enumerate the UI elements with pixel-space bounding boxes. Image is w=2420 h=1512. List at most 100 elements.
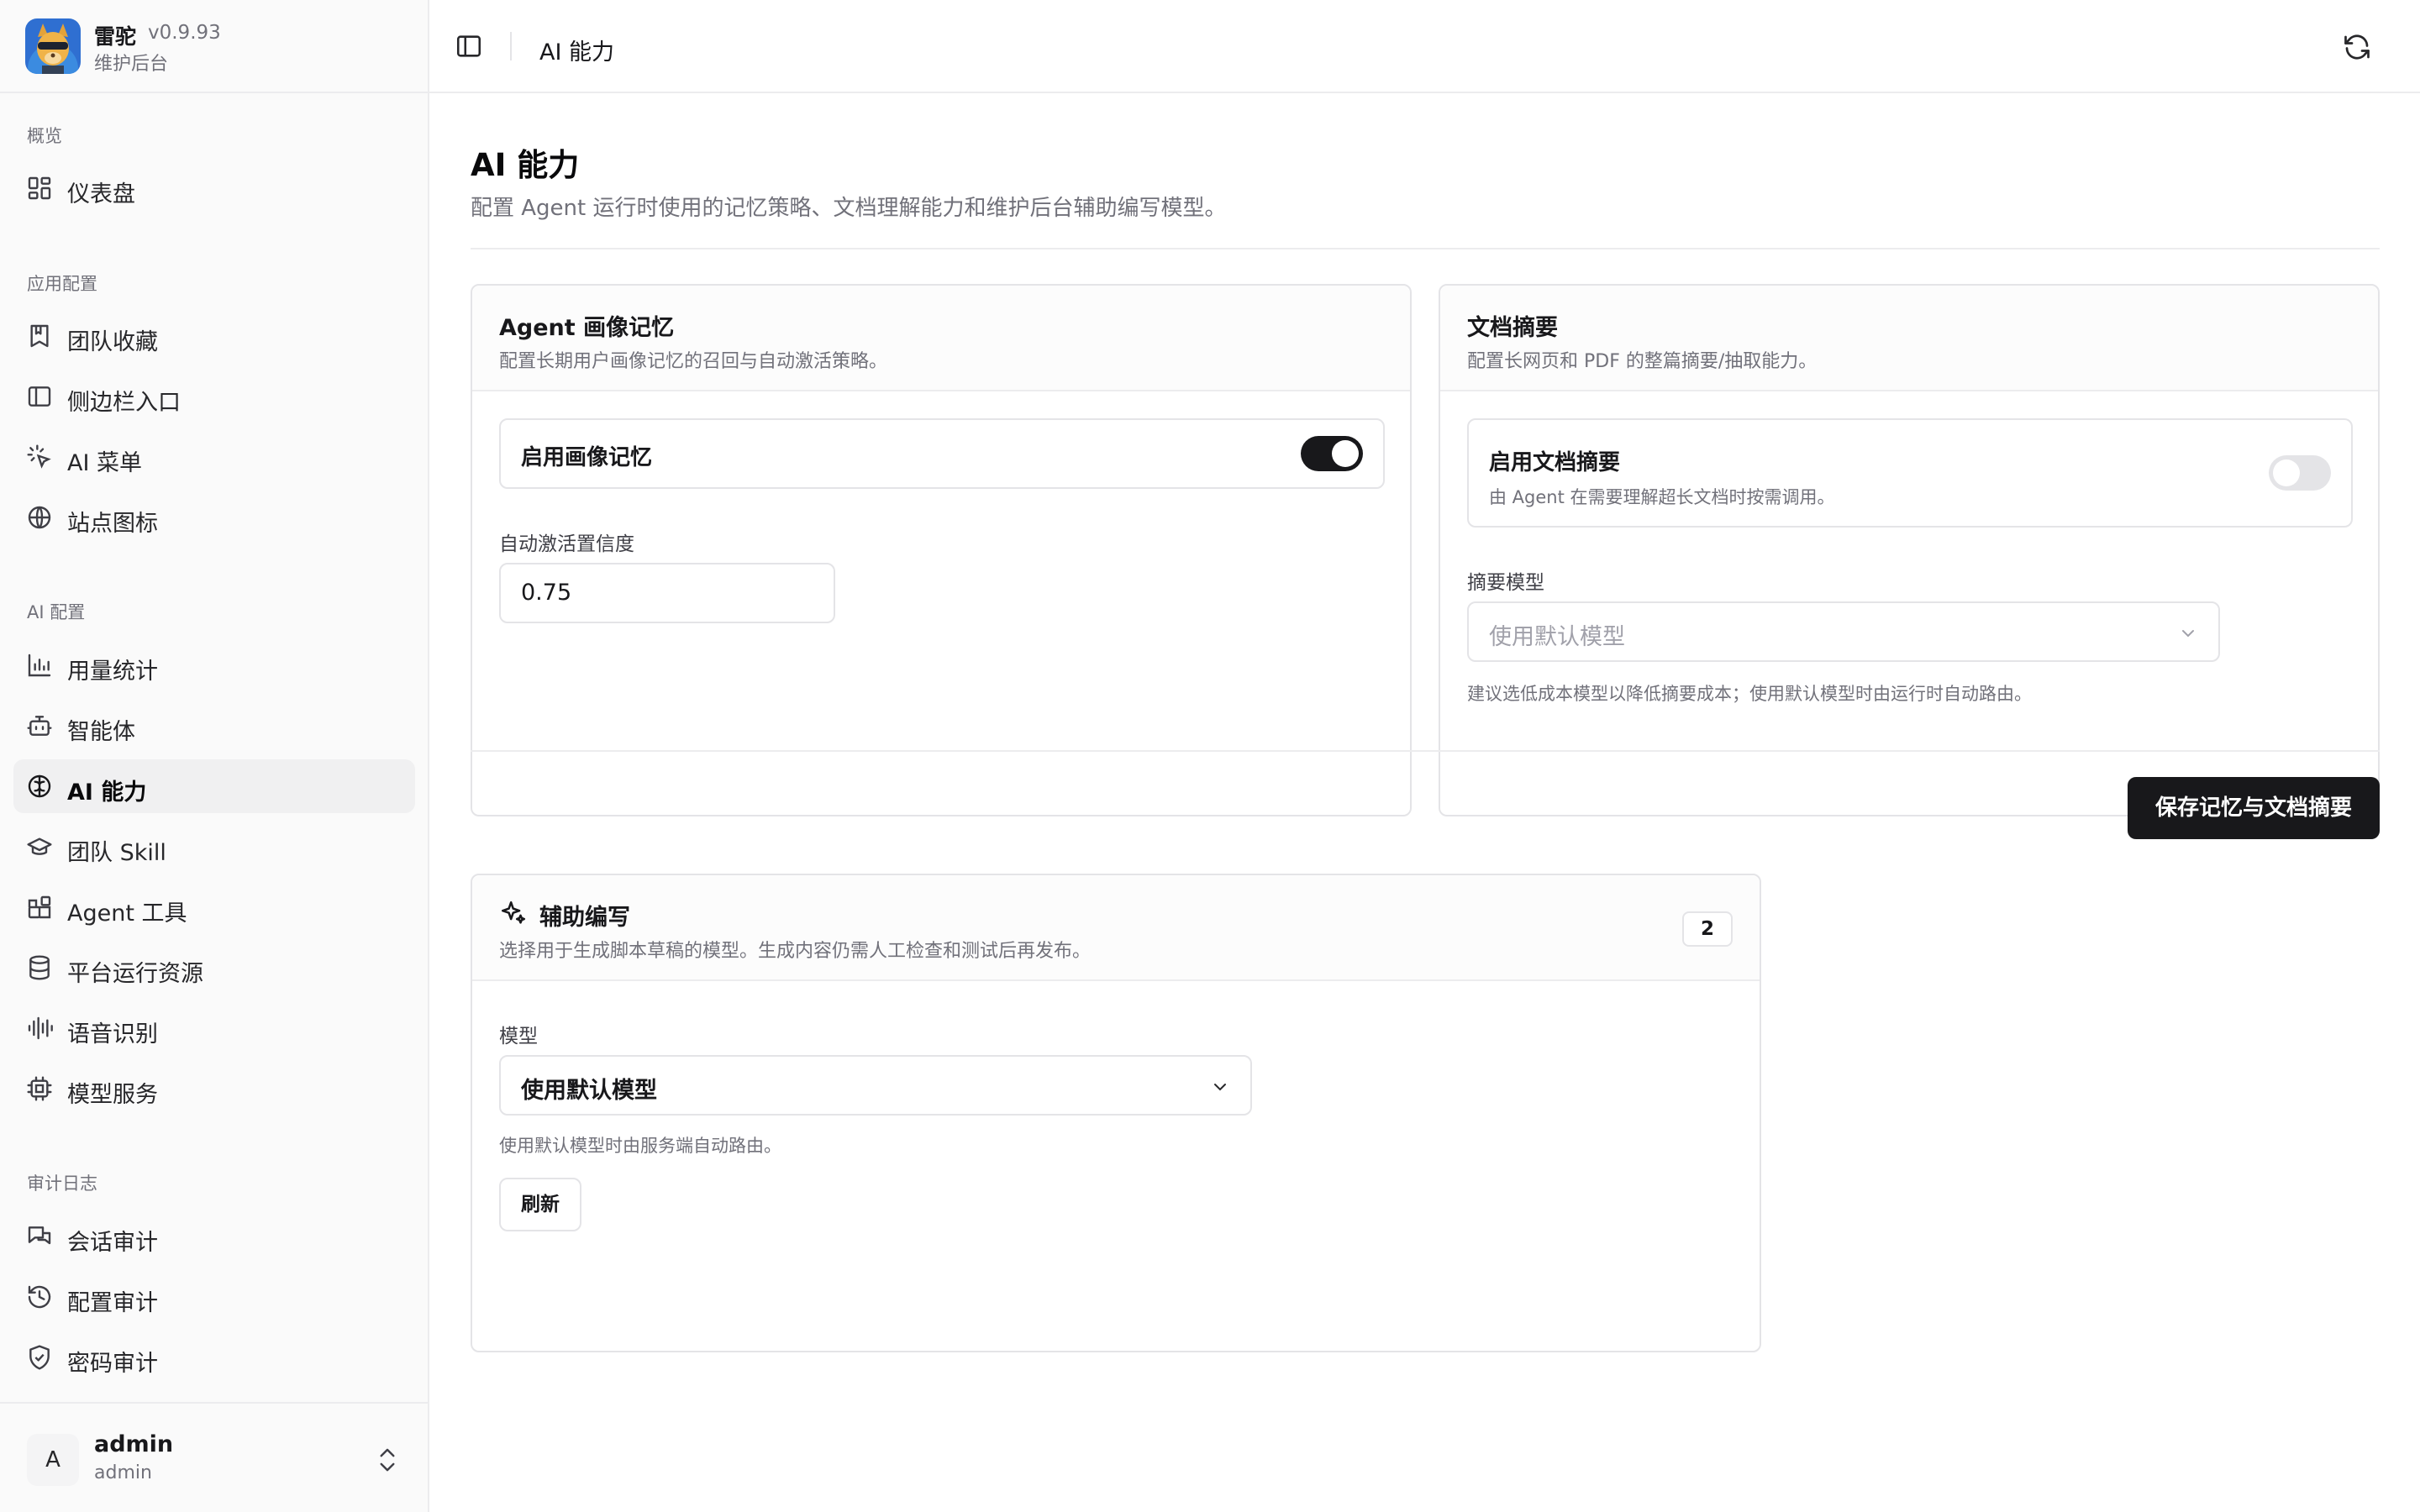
header-divider (510, 32, 512, 60)
blocks-icon (26, 894, 53, 921)
sidebar-item-usage-stats[interactable]: 用量统计 (13, 638, 415, 692)
toggle-label: 启用文档摘要 (1489, 450, 1621, 475)
field-hint: 使用默认模型时由服务端自动路由。 (499, 1136, 781, 1156)
sidebar-item-label: 用量统计 (67, 659, 158, 685)
section-title-app-config: 应用配置 (27, 274, 97, 294)
memory-toggle[interactable] (1301, 436, 1363, 471)
sidebar-item-label: AI 菜单 (67, 450, 143, 476)
sidebar-item-session-audit[interactable]: 会话审计 (13, 1210, 415, 1263)
sidebar-item-label: 平台运行资源 (67, 961, 203, 987)
field-label: 模型 (499, 1026, 538, 1047)
card-title: Agent 画像记忆 (499, 315, 675, 341)
sidebar-item-label: 会话审计 (67, 1230, 158, 1256)
section-title-audit-logs: 审计日志 (27, 1173, 97, 1194)
sidebar-toggle-icon[interactable] (455, 32, 483, 60)
sidebar-item-model-services[interactable]: 模型服务 (13, 1062, 415, 1116)
card-header: 辅助编写 选择用于生成脚本草稿的模型。生成内容仍需人工检查和测试后再发布。 2 (472, 875, 1760, 981)
sidebar-item-label: 团队收藏 (67, 329, 158, 355)
top-header: AI 能力 (429, 0, 2420, 93)
memory-card: Agent 画像记忆 配置长期用户画像记忆的召回与自动激活策略。 启用画像记忆 … (471, 284, 1412, 816)
brand-logo (25, 18, 81, 74)
sidebar-item-label: 侧边栏入口 (67, 390, 181, 416)
count-badge: 2 (1682, 911, 1733, 947)
summary-toggle[interactable] (2269, 455, 2331, 491)
sidebar-item-config-audit[interactable]: 配置审计 (13, 1270, 415, 1324)
sidebar-item-label: Agent 工具 (67, 900, 187, 927)
sidebar-item-ai-capabilities[interactable]: AI 能力 (13, 759, 415, 813)
user-role: admin (94, 1462, 152, 1483)
toggle-knob (2273, 459, 2300, 486)
page-title: AI 能力 (471, 147, 580, 183)
breadcrumb: AI 能力 (539, 39, 615, 66)
sidebar-item-dashboard[interactable]: 仪表盘 (13, 161, 415, 215)
divider (471, 248, 2380, 249)
save-button[interactable]: 保存记忆与文档摘要 (2128, 777, 2380, 839)
graduation-cap-icon (26, 833, 53, 860)
summary-card: 文档摘要 配置长网页和 PDF 的整篇摘要/抽取能力。 启用文档摘要 由 Age… (1439, 284, 2380, 816)
cpu-icon (26, 1075, 53, 1102)
sidebar-item-label: 语音识别 (67, 1021, 158, 1047)
section-title-ai-config: AI 配置 (27, 602, 86, 622)
confidence-input[interactable]: 0.75 (499, 563, 835, 623)
section-title-overview: 概览 (27, 126, 62, 146)
sidebar-item-password-audit[interactable]: 密码审计 (13, 1331, 415, 1384)
globe-icon (26, 504, 53, 531)
sidebar-item-sidebar-entry[interactable]: 侧边栏入口 (13, 370, 415, 423)
sidebar-item-label: 站点图标 (67, 511, 158, 537)
card-header: 文档摘要 配置长网页和 PDF 的整篇摘要/抽取能力。 (1440, 286, 2378, 391)
chevrons-up-down-icon[interactable] (375, 1446, 400, 1474)
refresh-icon[interactable] (2342, 32, 2372, 62)
select-value: 使用默认模型 (521, 1078, 657, 1104)
refresh-button[interactable]: 刷新 (499, 1178, 581, 1231)
sidebar-item-site-icon[interactable]: 站点图标 (13, 491, 415, 544)
sidebar-item-label: 密码审计 (67, 1351, 158, 1377)
sidebar-item-speech-recognition[interactable]: 语音识别 (13, 1001, 415, 1055)
brand-subtitle: 维护后台 (94, 54, 169, 75)
memory-toggle-row: 启用画像记忆 (499, 418, 1385, 489)
shield-check-icon (26, 1344, 53, 1371)
toggle-knob (1332, 440, 1359, 467)
sidebar-item-label: AI 能力 (67, 780, 147, 806)
sidebar-item-label: 配置审计 (67, 1290, 158, 1316)
sidebar-item-agent-tools[interactable]: Agent 工具 (13, 880, 415, 934)
chevron-down-icon (2178, 623, 2198, 643)
sidebar-item-label: 仪表盘 (67, 181, 135, 207)
database-icon (26, 954, 53, 981)
card-header: Agent 画像记忆 配置长期用户画像记忆的召回与自动激活策略。 (472, 286, 1410, 391)
main-content: AI 能力 配置 Agent 运行时使用的记忆策略、文档理解能力和维护后台辅助编… (429, 93, 2420, 1512)
sidebar-item-ai-menu[interactable]: AI 菜单 (13, 430, 415, 484)
bot-icon (26, 712, 53, 739)
brand-header: 雷驼 v0.9.93 维护后台 (0, 0, 428, 93)
sidebar-item-agents[interactable]: 智能体 (13, 699, 415, 753)
select-value: 使用默认模型 (1489, 624, 1625, 650)
sidebar: 雷驼 v0.9.93 维护后台 概览 仪表盘 应用配置 团队收藏 侧边栏入口 A… (0, 0, 429, 1512)
sidebar-panel-icon (26, 383, 53, 410)
brand-version: v0.9.93 (148, 22, 221, 44)
assist-card: 辅助编写 选择用于生成脚本草稿的模型。生成内容仍需人工检查和测试后再发布。 2 … (471, 874, 1761, 1352)
audio-lines-icon (26, 1015, 53, 1042)
field-label: 自动激活置信度 (499, 533, 634, 555)
divider (471, 750, 2380, 752)
card-description: 配置长网页和 PDF 的整篇摘要/抽取能力。 (1467, 351, 1818, 372)
page-description: 配置 Agent 运行时使用的记忆策略、文档理解能力和维护后台辅助编写模型。 (471, 196, 1227, 221)
summary-model-select[interactable]: 使用默认模型 (1467, 601, 2220, 662)
sidebar-item-platform-resources[interactable]: 平台运行资源 (13, 941, 415, 995)
card-description: 配置长期用户画像记忆的召回与自动激活策略。 (499, 351, 888, 372)
card-description: 选择用于生成脚本草稿的模型。生成内容仍需人工检查和测试后再发布。 (499, 941, 1092, 962)
sidebar-item-team-skill[interactable]: 团队 Skill (13, 820, 415, 874)
assist-model-select[interactable]: 使用默认模型 (499, 1055, 1252, 1116)
brand-name: 雷驼 (94, 24, 137, 49)
chevron-down-icon (1210, 1077, 1230, 1097)
sidebar-item-label: 团队 Skill (67, 840, 166, 866)
bookmark-icon (26, 323, 53, 349)
brain-icon (26, 773, 53, 800)
field-hint: 建议选低成本模型以降低摘要成本；使用默认模型时由运行时自动路由。 (1467, 684, 2032, 704)
summary-toggle-row: 启用文档摘要 由 Agent 在需要理解超长文档时按需调用。 (1467, 418, 2353, 528)
bar-chart-icon (26, 652, 53, 679)
sidebar-item-team-favorites[interactable]: 团队收藏 (13, 309, 415, 363)
user-menu[interactable]: A admin admin (0, 1402, 428, 1512)
sidebar-item-label: 智能体 (67, 719, 135, 745)
card-title: 辅助编写 (539, 905, 630, 931)
history-icon (26, 1284, 53, 1310)
sparkle-cursor-icon (26, 444, 53, 470)
